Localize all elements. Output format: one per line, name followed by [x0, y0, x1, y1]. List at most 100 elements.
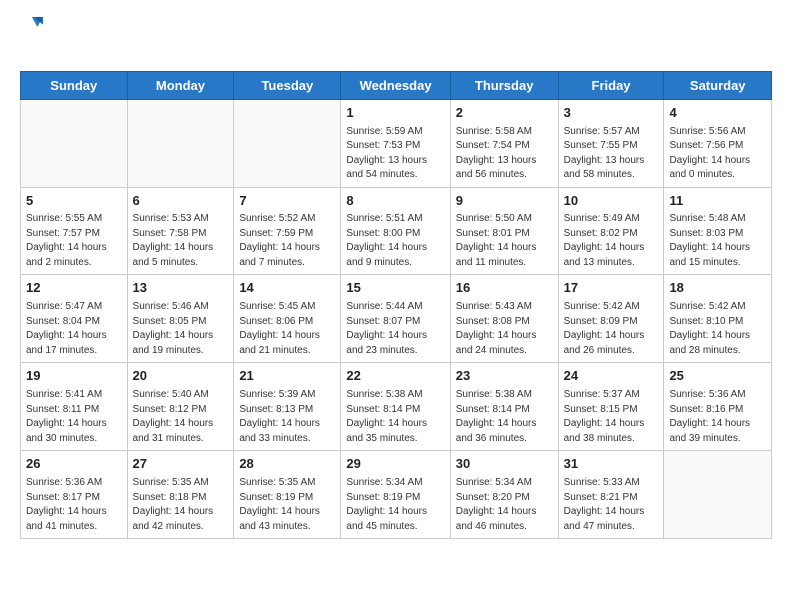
day-info: Sunrise: 5:39 AM Sunset: 8:13 PM Dayligh… [239, 388, 335, 446]
calendar-cell: 22Sunrise: 5:38 AM Sunset: 8:14 PM Dayli… [341, 363, 450, 451]
day-number: 28 [239, 455, 335, 474]
day-number: 19 [26, 367, 122, 386]
calendar-table: SundayMondayTuesdayWednesdayThursdayFrid… [20, 71, 772, 539]
calendar-cell: 27Sunrise: 5:35 AM Sunset: 8:18 PM Dayli… [127, 451, 234, 539]
day-number: 6 [133, 192, 229, 211]
day-info: Sunrise: 5:38 AM Sunset: 8:14 PM Dayligh… [456, 388, 553, 446]
calendar-cell: 13 Sunrise: 5:46 AM Sunset: 8:05 PM Dayli… [127, 275, 234, 363]
day-info: Sunrise: 5:46 AM Sunset: 8:05 PM Dayligh… [133, 300, 229, 358]
calendar-week-4: 19 Sunrise: 5:41 AM Sunset: 8:11 PM Dayli… [21, 363, 772, 451]
logo [20, 16, 44, 59]
calendar-cell: 11Sunrise: 5:48 AM Sunset: 8:03 PM Dayli… [664, 187, 772, 275]
day-info: Sunrise: 5:50 AM Sunset: 8:01 PM Dayligh… [456, 212, 553, 270]
calendar-cell: 14 Sunrise: 5:45 AM Sunset: 8:06 PM Dayli… [234, 275, 341, 363]
calendar-week-3: 12 Sunrise: 5:47 AM Sunset: 8:04 PM Dayli… [21, 275, 772, 363]
calendar-header-friday: Friday [558, 71, 664, 99]
day-info: Sunrise: 5:48 AM Sunset: 8:03 PM Dayligh… [669, 212, 766, 270]
day-info: Sunrise: 5:43 AM Sunset: 8:08 PM Dayligh… [456, 300, 553, 358]
day-number: 15 [346, 279, 444, 298]
day-info: Sunrise: 5:36 AM Sunset: 8:17 PM Dayligh… [26, 476, 122, 534]
day-info: Sunrise: 5:45 AM Sunset: 8:06 PM Dayligh… [239, 300, 335, 358]
day-info: Sunrise: 5:33 AM Sunset: 8:21 PM Dayligh… [564, 476, 659, 534]
day-number: 18 [669, 279, 766, 298]
logo-icon [22, 12, 44, 34]
day-info: Sunrise: 5:59 AM Sunset: 7:53 PM Dayligh… [346, 125, 444, 183]
calendar-cell: 7Sunrise: 5:52 AM Sunset: 7:59 PM Daylig… [234, 187, 341, 275]
day-number: 8 [346, 192, 444, 211]
day-number: 30 [456, 455, 553, 474]
day-info: Sunrise: 5:34 AM Sunset: 8:19 PM Dayligh… [346, 476, 444, 534]
calendar-cell: 30 Sunrise: 5:34 AM Sunset: 8:20 PM Dayli… [450, 451, 558, 539]
day-info: Sunrise: 5:42 AM Sunset: 8:09 PM Dayligh… [564, 300, 659, 358]
calendar-cell: 3 Sunrise: 5:57 AM Sunset: 7:55 PM Daylig… [558, 99, 664, 187]
day-number: 26 [26, 455, 122, 474]
day-info: Sunrise: 5:52 AM Sunset: 7:59 PM Dayligh… [239, 212, 335, 270]
day-info: Sunrise: 5:36 AM Sunset: 8:16 PM Dayligh… [669, 388, 766, 446]
calendar-cell [234, 99, 341, 187]
day-number: 9 [456, 192, 553, 211]
calendar-cell: 26 Sunrise: 5:36 AM Sunset: 8:17 PM Dayli… [21, 451, 128, 539]
calendar-cell: 31 Sunrise: 5:33 AM Sunset: 8:21 PM Dayli… [558, 451, 664, 539]
calendar-cell [127, 99, 234, 187]
day-number: 31 [564, 455, 659, 474]
calendar-header-wednesday: Wednesday [341, 71, 450, 99]
calendar-week-1: 1 Sunrise: 5:59 AM Sunset: 7:53 PM Daylig… [21, 99, 772, 187]
day-number: 7 [239, 192, 335, 211]
calendar-cell: 16 Sunrise: 5:43 AM Sunset: 8:08 PM Dayli… [450, 275, 558, 363]
calendar-cell: 18 Sunrise: 5:42 AM Sunset: 8:10 PM Dayli… [664, 275, 772, 363]
calendar-cell: 8Sunrise: 5:51 AM Sunset: 8:00 PM Daylig… [341, 187, 450, 275]
calendar-header-row: SundayMondayTuesdayWednesdayThursdayFrid… [21, 71, 772, 99]
day-info: Sunrise: 5:41 AM Sunset: 8:11 PM Dayligh… [26, 388, 122, 446]
calendar-cell: 9Sunrise: 5:50 AM Sunset: 8:01 PM Daylig… [450, 187, 558, 275]
day-info: Sunrise: 5:49 AM Sunset: 8:02 PM Dayligh… [564, 212, 659, 270]
calendar-cell: 15Sunrise: 5:44 AM Sunset: 8:07 PM Dayli… [341, 275, 450, 363]
calendar-cell: 23Sunrise: 5:38 AM Sunset: 8:14 PM Dayli… [450, 363, 558, 451]
calendar-week-5: 26 Sunrise: 5:36 AM Sunset: 8:17 PM Dayli… [21, 451, 772, 539]
day-number: 5 [26, 192, 122, 211]
day-number: 13 [133, 279, 229, 298]
day-number: 4 [669, 104, 766, 123]
calendar-cell: 20Sunrise: 5:40 AM Sunset: 8:12 PM Dayli… [127, 363, 234, 451]
day-info: Sunrise: 5:34 AM Sunset: 8:20 PM Dayligh… [456, 476, 553, 534]
day-info: Sunrise: 5:42 AM Sunset: 8:10 PM Dayligh… [669, 300, 766, 358]
day-number: 29 [346, 455, 444, 474]
calendar-cell: 5Sunrise: 5:55 AM Sunset: 7:57 PM Daylig… [21, 187, 128, 275]
calendar-cell: 1 Sunrise: 5:59 AM Sunset: 7:53 PM Daylig… [341, 99, 450, 187]
calendar-cell: 2 Sunrise: 5:58 AM Sunset: 7:54 PM Daylig… [450, 99, 558, 187]
calendar-cell: 6Sunrise: 5:53 AM Sunset: 7:58 PM Daylig… [127, 187, 234, 275]
day-number: 27 [133, 455, 229, 474]
day-number: 22 [346, 367, 444, 386]
day-info: Sunrise: 5:57 AM Sunset: 7:55 PM Dayligh… [564, 125, 659, 183]
header [20, 16, 772, 59]
day-number: 24 [564, 367, 659, 386]
day-number: 16 [456, 279, 553, 298]
day-number: 11 [669, 192, 766, 211]
day-number: 20 [133, 367, 229, 386]
day-number: 1 [346, 104, 444, 123]
day-info: Sunrise: 5:47 AM Sunset: 8:04 PM Dayligh… [26, 300, 122, 358]
day-number: 12 [26, 279, 122, 298]
calendar-cell: 21 Sunrise: 5:39 AM Sunset: 8:13 PM Dayli… [234, 363, 341, 451]
day-info: Sunrise: 5:35 AM Sunset: 8:19 PM Dayligh… [239, 476, 335, 534]
calendar-header-saturday: Saturday [664, 71, 772, 99]
day-info: Sunrise: 5:58 AM Sunset: 7:54 PM Dayligh… [456, 125, 553, 183]
day-number: 2 [456, 104, 553, 123]
day-info: Sunrise: 5:51 AM Sunset: 8:00 PM Dayligh… [346, 212, 444, 270]
calendar-cell [21, 99, 128, 187]
day-info: Sunrise: 5:37 AM Sunset: 8:15 PM Dayligh… [564, 388, 659, 446]
day-info: Sunrise: 5:55 AM Sunset: 7:57 PM Dayligh… [26, 212, 122, 270]
calendar-cell: 24 Sunrise: 5:37 AM Sunset: 8:15 PM Dayli… [558, 363, 664, 451]
calendar-cell: 19 Sunrise: 5:41 AM Sunset: 8:11 PM Dayli… [21, 363, 128, 451]
calendar-cell [664, 451, 772, 539]
calendar-header-thursday: Thursday [450, 71, 558, 99]
logo-text [20, 39, 44, 59]
day-number: 21 [239, 367, 335, 386]
calendar-cell: 25Sunrise: 5:36 AM Sunset: 8:16 PM Dayli… [664, 363, 772, 451]
day-number: 3 [564, 104, 659, 123]
calendar-header-sunday: Sunday [21, 71, 128, 99]
day-number: 14 [239, 279, 335, 298]
calendar-cell: 4Sunrise: 5:56 AM Sunset: 7:56 PM Daylig… [664, 99, 772, 187]
day-info: Sunrise: 5:53 AM Sunset: 7:58 PM Dayligh… [133, 212, 229, 270]
calendar-cell: 17Sunrise: 5:42 AM Sunset: 8:09 PM Dayli… [558, 275, 664, 363]
calendar-header-tuesday: Tuesday [234, 71, 341, 99]
